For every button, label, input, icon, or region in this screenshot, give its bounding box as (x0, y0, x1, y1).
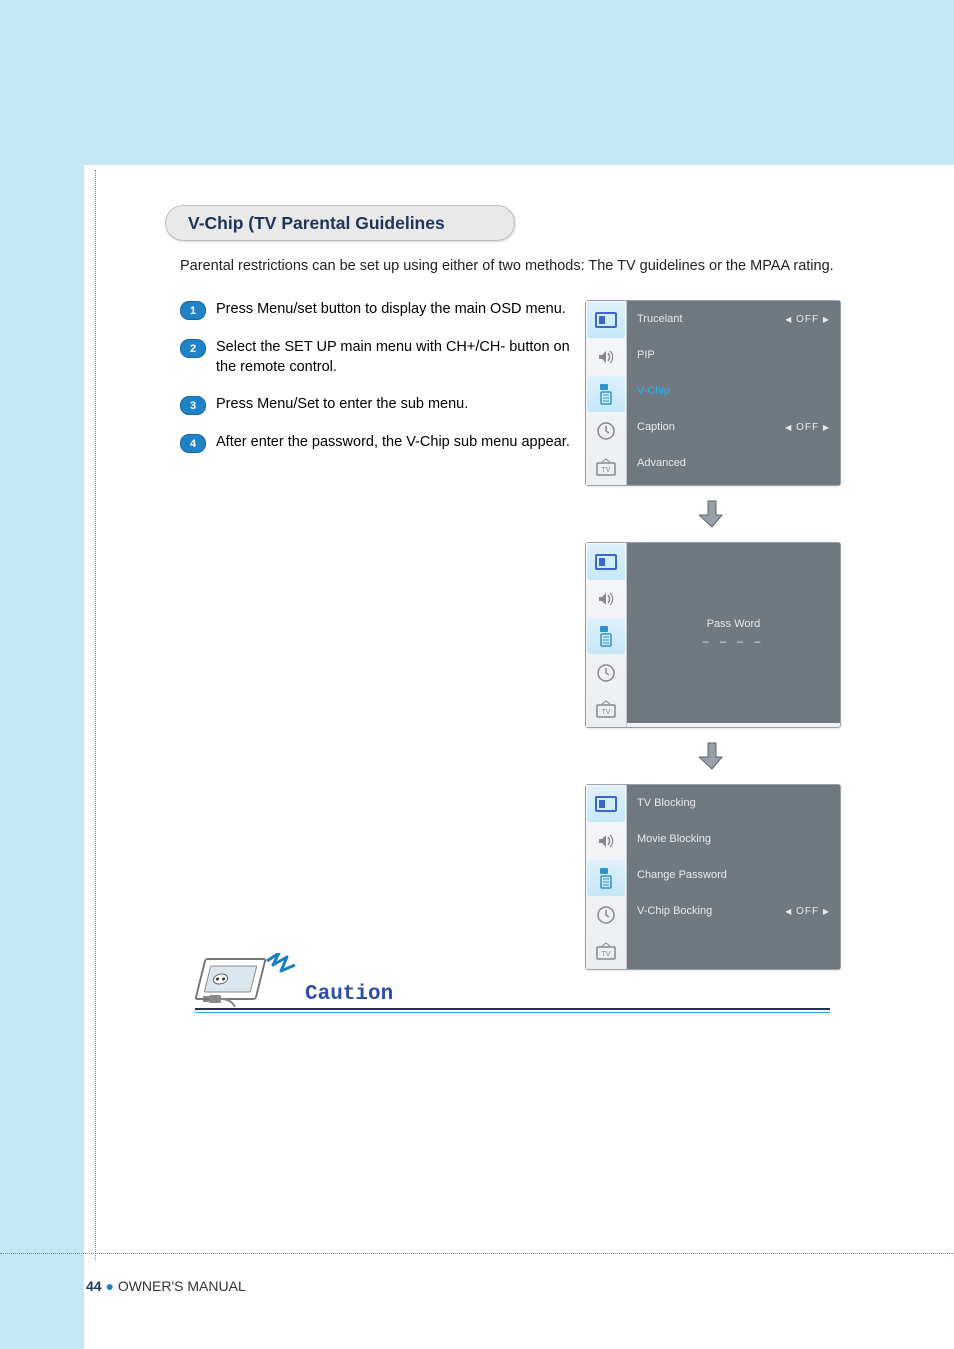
clock-icon (586, 655, 626, 691)
horizontal-dotted-separator (0, 1253, 954, 1254)
page-number: 44 (86, 1278, 102, 1294)
osd-sidebar-icons: TV (586, 301, 627, 485)
clock-icon (586, 897, 626, 933)
osd-panel-setup: TV Trucelant ◀ OFF ▶ PIP V-Chip Caption … (585, 300, 841, 486)
picture-icon (587, 786, 625, 822)
osd-panel-vchip: TV TV Blocking Movie Blocking Change Pas… (585, 784, 841, 970)
svg-text:TV: TV (602, 709, 611, 716)
osd-sidebar-icons: TV (586, 785, 627, 969)
picture-icon (587, 302, 625, 338)
osd-sidebar-icons: TV (586, 543, 627, 727)
password-placeholder[interactable]: – – – – (703, 636, 765, 648)
step-text: Press Menu/set button to display the mai… (216, 300, 566, 320)
section-heading-label: V-Chip (TV Parental Guidelines (188, 213, 445, 234)
password-title: Pass Word (707, 618, 761, 630)
osd-menu-item[interactable]: Advanced (627, 445, 840, 481)
osd-menu-item[interactable]: Trucelant ◀ OFF ▶ (627, 301, 840, 337)
caution-block: Caution (195, 960, 830, 1013)
osd-menu-body: TV Blocking Movie Blocking Change Passwo… (627, 785, 840, 969)
step-item: 4 After enter the password, the V-Chip s… (180, 433, 575, 453)
footer-label: OWNER'S MANUAL (118, 1278, 246, 1294)
osd-menu-item[interactable]: Change Password (627, 857, 840, 893)
osd-menu-label: PIP (637, 349, 655, 361)
svg-text:TV: TV (602, 467, 611, 474)
steps-list: 1 Press Menu/set button to display the m… (180, 300, 575, 471)
osd-menu-label: Change Password (637, 869, 727, 881)
osd-menu-item[interactable]: PIP (627, 337, 840, 373)
step-number-badge: 1 (180, 301, 206, 320)
intro-text: Parental restrictions can be set up usin… (180, 258, 900, 274)
password-prompt: Pass Word – – – – (627, 543, 840, 723)
osd-menu-item[interactable]: V-Chip Bocking ◀ OFF ▶ (627, 893, 840, 929)
caution-art-icon (195, 953, 300, 1016)
tv-icon: TV (586, 691, 626, 727)
step-number-badge: 4 (180, 434, 206, 453)
osd-off-indicator: ◀ OFF ▶ (785, 906, 830, 917)
sound-icon (586, 823, 626, 859)
osd-menu-item[interactable]: TV Blocking (627, 785, 840, 821)
osd-off-indicator: ◀ OFF ▶ (785, 314, 830, 325)
osd-menu-label: TV Blocking (637, 797, 696, 809)
osd-screens: TV Trucelant ◀ OFF ▶ PIP V-Chip Caption … (585, 300, 839, 978)
osd-menu-label: Caption (637, 421, 675, 433)
left-band (0, 0, 84, 1349)
header-band (0, 0, 954, 165)
step-text: After enter the password, the V-Chip sub… (216, 433, 570, 453)
setup-icon (587, 376, 625, 412)
setup-icon (587, 618, 625, 654)
osd-menu-item-selected[interactable]: V-Chip (627, 373, 840, 409)
bullet-icon: ● (105, 1278, 117, 1294)
osd-menu-label: V-Chip Bocking (637, 905, 712, 917)
osd-menu-label: Advanced (637, 457, 686, 469)
step-item: 2 Select the SET UP main menu with CH+/C… (180, 338, 575, 377)
arrow-down-icon (585, 494, 839, 534)
step-item: 3 Press Menu/Set to enter the sub menu. (180, 395, 575, 415)
clock-icon (586, 413, 626, 449)
osd-menu-item[interactable]: Movie Blocking (627, 821, 840, 857)
osd-panel-password: TV Pass Word – – – – (585, 542, 841, 728)
sound-icon (586, 339, 626, 375)
vertical-dotted-separator (95, 170, 96, 1260)
osd-menu-label: V-Chip (637, 385, 670, 397)
step-number-badge: 2 (180, 339, 206, 358)
sound-icon (586, 581, 626, 617)
osd-menu-item[interactable]: Caption ◀ OFF ▶ (627, 409, 840, 445)
step-text: Press Menu/Set to enter the sub menu. (216, 395, 468, 415)
osd-off-indicator: ◀ OFF ▶ (785, 422, 830, 433)
step-number-badge: 3 (180, 396, 206, 415)
section-heading: V-Chip (TV Parental Guidelines (165, 205, 515, 241)
svg-text:TV: TV (602, 951, 611, 958)
osd-menu-label: Movie Blocking (637, 833, 711, 845)
setup-icon (587, 860, 625, 896)
step-text: Select the SET UP main menu with CH+/CH-… (216, 338, 575, 377)
step-item: 1 Press Menu/set button to display the m… (180, 300, 575, 320)
page-footer: 44 ● OWNER'S MANUAL (86, 1278, 246, 1294)
osd-menu-label: Trucelant (637, 313, 682, 325)
osd-menu-body: Trucelant ◀ OFF ▶ PIP V-Chip Caption ◀ O… (627, 301, 840, 485)
picture-icon (587, 544, 625, 580)
tv-icon: TV (586, 449, 626, 485)
caution-label: Caution (305, 983, 393, 1006)
arrow-down-icon (585, 736, 839, 776)
